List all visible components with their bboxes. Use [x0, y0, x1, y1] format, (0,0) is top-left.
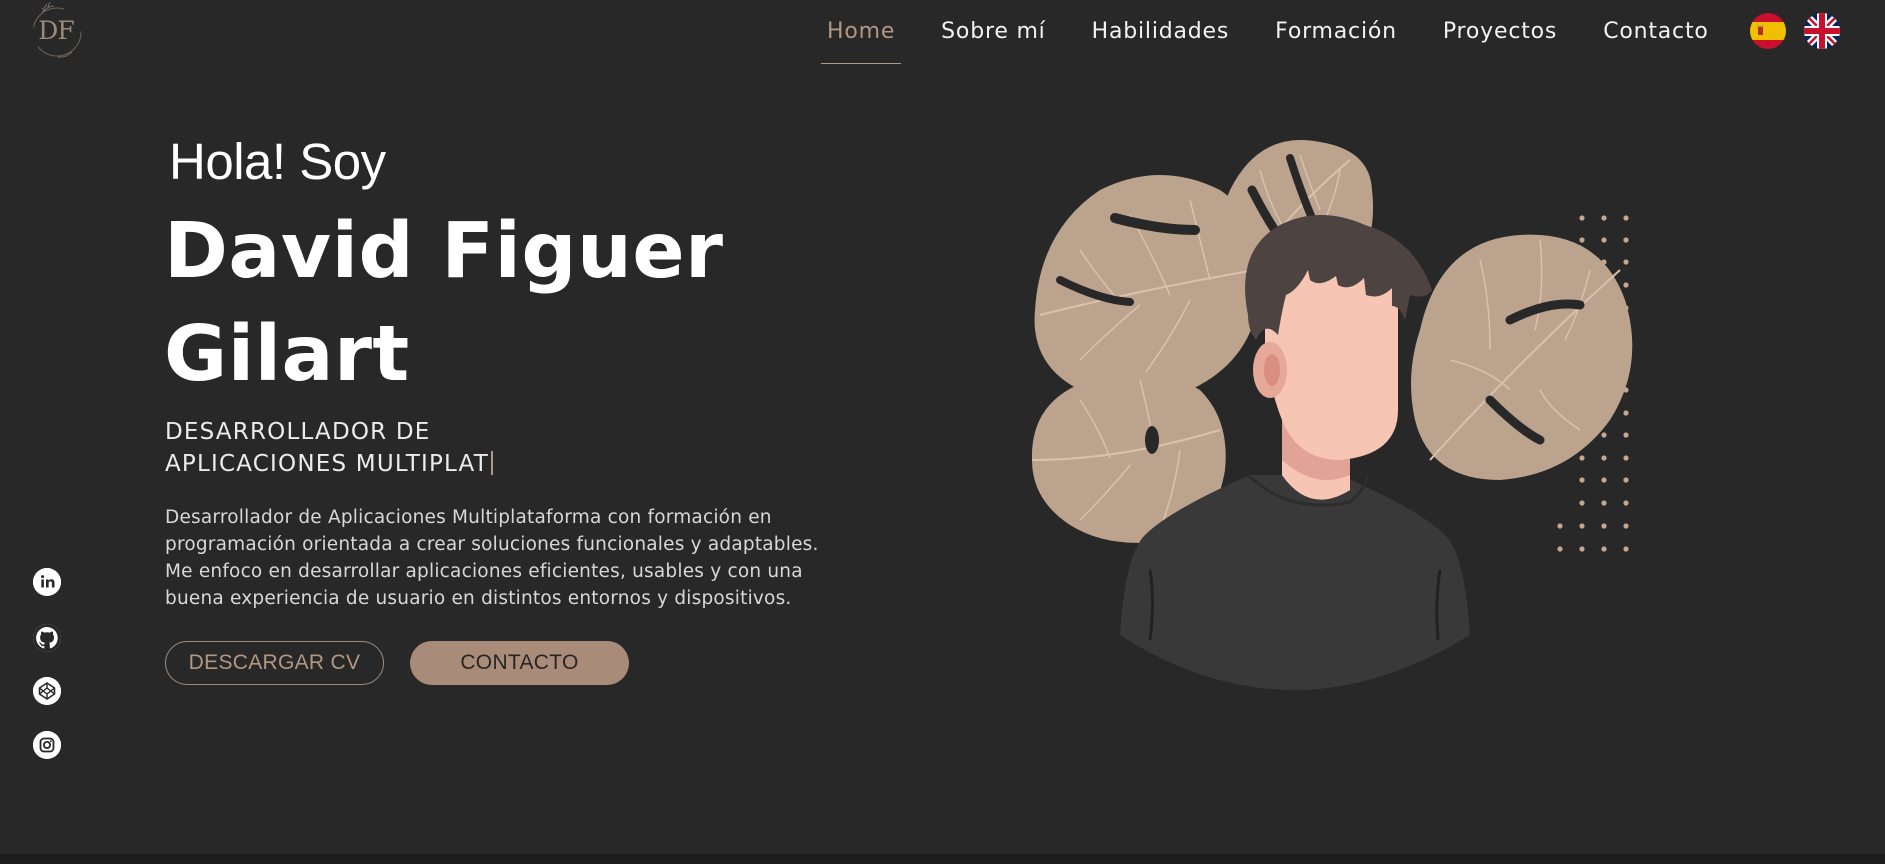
spain-flag-icon[interactable] [1750, 13, 1786, 49]
nav-home[interactable]: Home [821, 19, 902, 64]
role-line-1: DESARROLLADOR DE [165, 419, 431, 445]
greeting: Hola! Soy [169, 133, 386, 190]
role-line-2: APLICACIONES MULTIPLAT [165, 451, 489, 477]
hero-description: Desarrollador de Aplicaciones Multiplata… [165, 507, 819, 609]
nav-proyectos[interactable]: Proyectos [1437, 19, 1563, 44]
instagram-icon[interactable] [33, 731, 61, 759]
hero-name: David Figuer Gilart [164, 207, 724, 399]
uk-flag-icon[interactable] [1804, 13, 1840, 49]
logo-text: DF [38, 16, 74, 45]
typing-caret [490, 451, 493, 475]
download-cv-button[interactable]: DESCARGAR CV [165, 641, 384, 685]
contact-button[interactable]: CONTACTO [410, 641, 629, 685]
codepen-icon[interactable] [33, 677, 61, 705]
main-nav: Home Sobre mí Habilidades Formación Proy… [821, 0, 1715, 64]
nav-sobre-mi[interactable]: Sobre mí [935, 19, 1051, 44]
nav-contacto[interactable]: Contacto [1597, 19, 1714, 44]
hero-illustration [1020, 130, 1660, 720]
linkedin-icon[interactable] [33, 568, 61, 596]
nav-formacion[interactable]: Formación [1269, 19, 1403, 44]
hero-role: DESARROLLADOR DE APLICACIONES MULTIPLAT [165, 416, 555, 480]
nav-habilidades[interactable]: Habilidades [1086, 19, 1236, 44]
github-icon[interactable] [33, 624, 61, 652]
logo[interactable]: DF [28, 2, 88, 62]
bottom-strip [0, 854, 1885, 864]
page: DF Home Sobre mí Habilidades Formación P… [0, 0, 1885, 864]
